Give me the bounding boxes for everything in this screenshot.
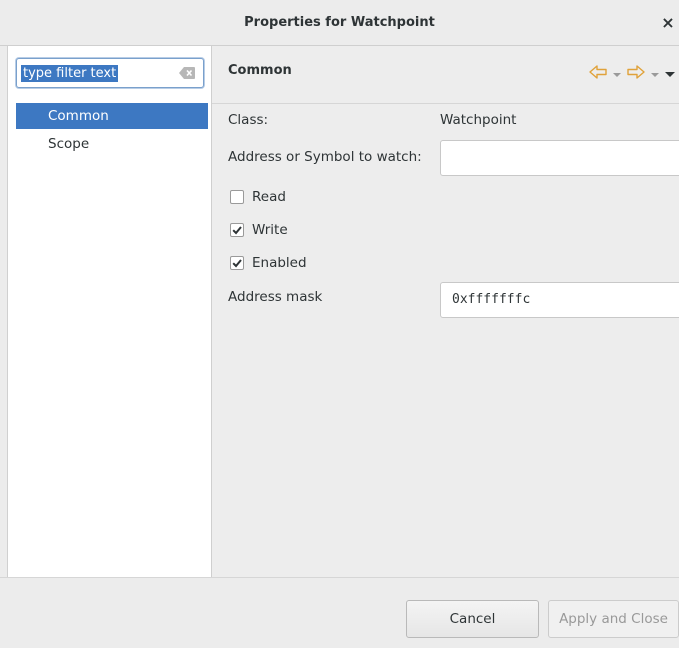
read-checkbox-row[interactable]: Read	[230, 187, 286, 207]
back-history-dropdown-icon[interactable]	[613, 67, 621, 82]
forward-history-dropdown-icon[interactable]	[651, 67, 659, 82]
checkmark-icon	[232, 226, 242, 235]
address-label: Address or Symbol to watch:	[228, 149, 422, 165]
button-bar: Cancel Apply and Close	[0, 577, 679, 648]
page-tree-panel: type filter text Common Scope	[8, 46, 212, 577]
page-title: Common	[228, 63, 292, 78]
clear-icon[interactable]	[179, 67, 195, 79]
property-page: Common Class: Watchpoint Address or Symb…	[212, 46, 679, 577]
filter-placeholder: type filter text	[21, 65, 119, 82]
title-bar: Properties for Watchpoint ×	[0, 0, 679, 46]
dialog-title: Properties for Watchpoint	[244, 15, 435, 30]
window-edge	[0, 46, 8, 648]
write-label: Write	[252, 222, 288, 238]
enabled-checkbox[interactable]	[230, 256, 244, 270]
enabled-checkbox-row[interactable]: Enabled	[230, 253, 307, 273]
filter-input[interactable]: type filter text	[16, 58, 204, 88]
address-input[interactable]	[440, 140, 679, 176]
checkmark-icon	[232, 259, 242, 268]
tree-item-common[interactable]: Common	[16, 103, 208, 129]
back-arrow-icon[interactable]	[589, 65, 607, 83]
cancel-button[interactable]: Cancel	[406, 600, 539, 638]
tree-item-scope[interactable]: Scope	[16, 131, 208, 157]
write-checkbox[interactable]	[230, 223, 244, 237]
history-nav	[589, 64, 675, 84]
apply-and-close-button[interactable]: Apply and Close	[548, 600, 679, 638]
view-menu-icon[interactable]	[665, 67, 675, 82]
read-label: Read	[252, 189, 286, 205]
page-header: Common	[212, 46, 679, 104]
class-value: Watchpoint	[440, 112, 517, 128]
properties-dialog: Properties for Watchpoint × type filter …	[0, 0, 679, 648]
write-checkbox-row[interactable]: Write	[230, 220, 288, 240]
class-label: Class:	[228, 112, 269, 128]
mask-label: Address mask	[228, 289, 323, 305]
mask-input[interactable]: 0xfffffffc	[440, 282, 679, 318]
read-checkbox[interactable]	[230, 190, 244, 204]
close-button[interactable]: ×	[657, 0, 679, 46]
forward-arrow-icon[interactable]	[627, 65, 645, 83]
enabled-label: Enabled	[252, 255, 307, 271]
